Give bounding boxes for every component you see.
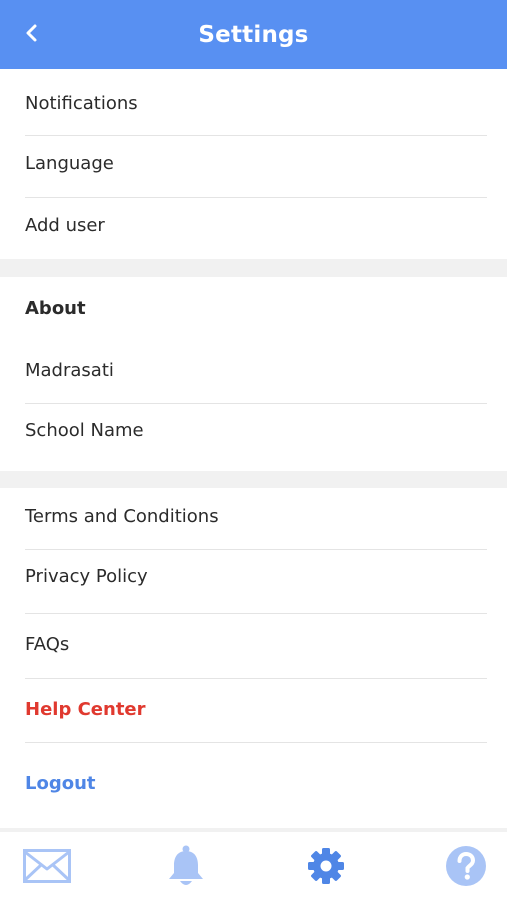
legal-section: Terms and Conditions Privacy Policy FAQs… (0, 488, 507, 828)
section-gap (0, 259, 507, 277)
top-app-bar: Settings (0, 0, 507, 69)
about-item-school-name[interactable]: School Name (25, 420, 487, 442)
settings-item-notifications[interactable]: Notifications (25, 93, 487, 115)
help-icon (446, 846, 486, 886)
account-section: Notifications Language Add user (0, 69, 507, 259)
divider (25, 613, 487, 614)
divider (25, 742, 487, 743)
settings-item-faqs[interactable]: FAQs (25, 634, 487, 656)
divider (25, 678, 487, 679)
settings-item-language[interactable]: Language (25, 153, 487, 175)
divider (25, 549, 487, 550)
divider (25, 135, 487, 136)
settings-item-add-user[interactable]: Add user (25, 215, 487, 237)
section-gap (0, 471, 507, 488)
tab-notifications[interactable] (160, 832, 212, 900)
chevron-left-icon (26, 24, 37, 42)
tab-help[interactable] (438, 832, 494, 900)
about-heading: About (25, 298, 86, 319)
tab-messages[interactable] (18, 832, 76, 900)
mail-icon (23, 849, 71, 883)
divider (25, 403, 487, 404)
about-item-madrasati[interactable]: Madrasati (25, 360, 487, 382)
settings-item-privacy-policy[interactable]: Privacy Policy (25, 566, 487, 588)
gear-icon (308, 848, 344, 884)
bell-icon (169, 845, 203, 885)
back-button[interactable] (14, 16, 48, 50)
logout-button[interactable]: Logout (25, 773, 487, 795)
divider (25, 197, 487, 198)
help-center-link[interactable]: Help Center (25, 699, 487, 721)
settings-item-terms[interactable]: Terms and Conditions (25, 506, 487, 528)
page-title: Settings (198, 21, 309, 48)
about-section: About Madrasati School Name (0, 277, 507, 471)
bottom-tab-bar (0, 832, 507, 900)
tab-settings[interactable] (300, 832, 352, 900)
